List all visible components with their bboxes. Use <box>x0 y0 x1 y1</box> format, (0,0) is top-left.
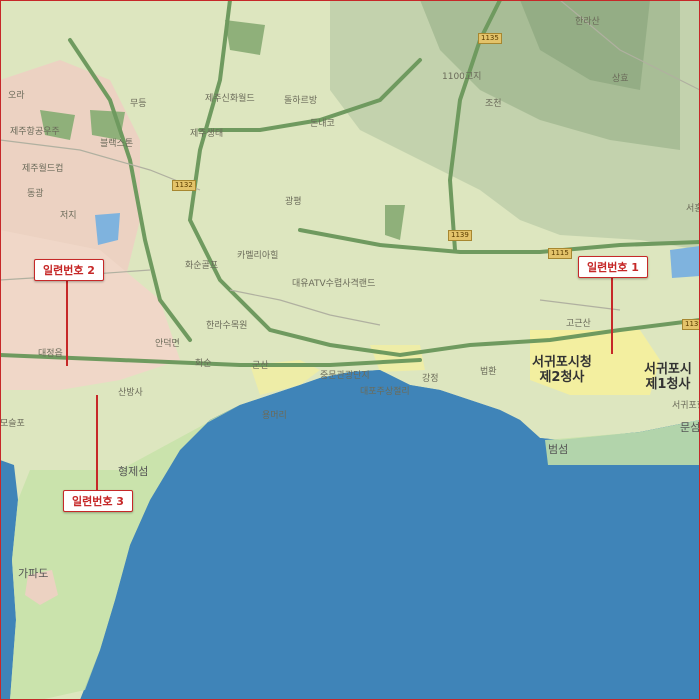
label-hwasun-golf: 화순골프 <box>185 261 219 271</box>
label-camellia-hill: 카멜리아힐 <box>237 251 279 261</box>
label-sanbangsa: 산방사 <box>118 388 143 398</box>
label-hallasan-trail: 1100고지 <box>442 72 482 82</box>
label-seogwipo-1: 서귀포시 제1청사 <box>644 362 692 392</box>
label-moseulpo: 모슬포 <box>0 419 25 429</box>
label-munseom: 문섬 <box>680 421 700 434</box>
label-daejeong: 대정읍 <box>38 349 63 359</box>
label-seohong: 서홍 <box>686 204 700 214</box>
map-basemap <box>0 0 700 700</box>
leader-callout-2 <box>66 276 68 366</box>
label-jungmun: 중문관광단지 <box>320 371 370 381</box>
road-shield-1135: 1135 <box>478 33 502 44</box>
label-hwasun: 화순 <box>195 359 212 369</box>
label-oreum-2: 고근산 <box>566 319 591 329</box>
label-sinwha: 제주항공우주 <box>10 127 60 137</box>
road-shield-1115: 1115 <box>548 248 572 259</box>
label-jeju-shinhwa: 제주신화월드 <box>205 94 255 104</box>
label-hallasan: 한라산 <box>575 17 600 27</box>
reservoir-east <box>670 246 700 278</box>
label-beomseom: 범섬 <box>548 443 569 456</box>
label-andeok: 안덕면 <box>155 339 180 349</box>
label-seogwipo-2: 서귀포시청 제2청사 <box>532 355 592 385</box>
label-beophwan: 법환 <box>480 367 497 377</box>
map-canvas[interactable]: 일련번호 1 일련번호 2 일련번호 3 서귀포시청 제2청사 서귀포시 제1청… <box>0 0 700 700</box>
label-hyeongje: 형제섬 <box>118 465 149 478</box>
leader-callout-3 <box>96 395 98 490</box>
label-eastern: 조천 <box>485 99 502 109</box>
label-dongkwang: 동광 <box>27 189 44 199</box>
label-yongmeori: 용머리 <box>262 411 287 421</box>
label-daepo: 대포주상절리 <box>360 387 410 397</box>
label-jeosi: 저지 <box>60 211 77 221</box>
road-shield-1139: 1139 <box>448 230 472 241</box>
label-bluff: 블랙스톤 <box>100 139 134 149</box>
callout-3[interactable]: 일련번호 3 <box>63 490 133 512</box>
label-jeju-world-cup: 제주월드컵 <box>22 164 64 174</box>
label-ora: 오라 <box>8 91 25 101</box>
forest-1 <box>225 20 265 55</box>
label-halla-jun: 한라수목원 <box>206 321 248 331</box>
leader-callout-1 <box>611 268 613 354</box>
label-oreum-1: 군산 <box>252 361 269 371</box>
label-dolharubang: 돌하르방 <box>284 96 318 106</box>
road-shield-1139-east: 1139 <box>682 319 700 330</box>
road-shield-1132: 1132 <box>172 180 196 191</box>
label-jeju-eco: 제주생태 <box>190 129 224 139</box>
label-kwangchigi: 광평 <box>285 197 302 207</box>
callout-2[interactable]: 일련번호 2 <box>34 259 104 281</box>
callout-1[interactable]: 일련번호 1 <box>578 256 648 278</box>
label-sanghyo: 상효 <box>612 74 629 84</box>
label-gwangryeong: 돈내코 <box>310 119 335 129</box>
label-gangjeong: 강정 <box>422 374 439 384</box>
label-mudeung: 무등 <box>130 99 147 109</box>
label-seogwipo-port: 서귀포항 <box>672 401 700 411</box>
label-jeju-atv: 대유ATV수렵사격랜드 <box>292 279 376 289</box>
label-gapado: 가파도 <box>18 567 49 580</box>
reservoir-west <box>95 213 120 245</box>
